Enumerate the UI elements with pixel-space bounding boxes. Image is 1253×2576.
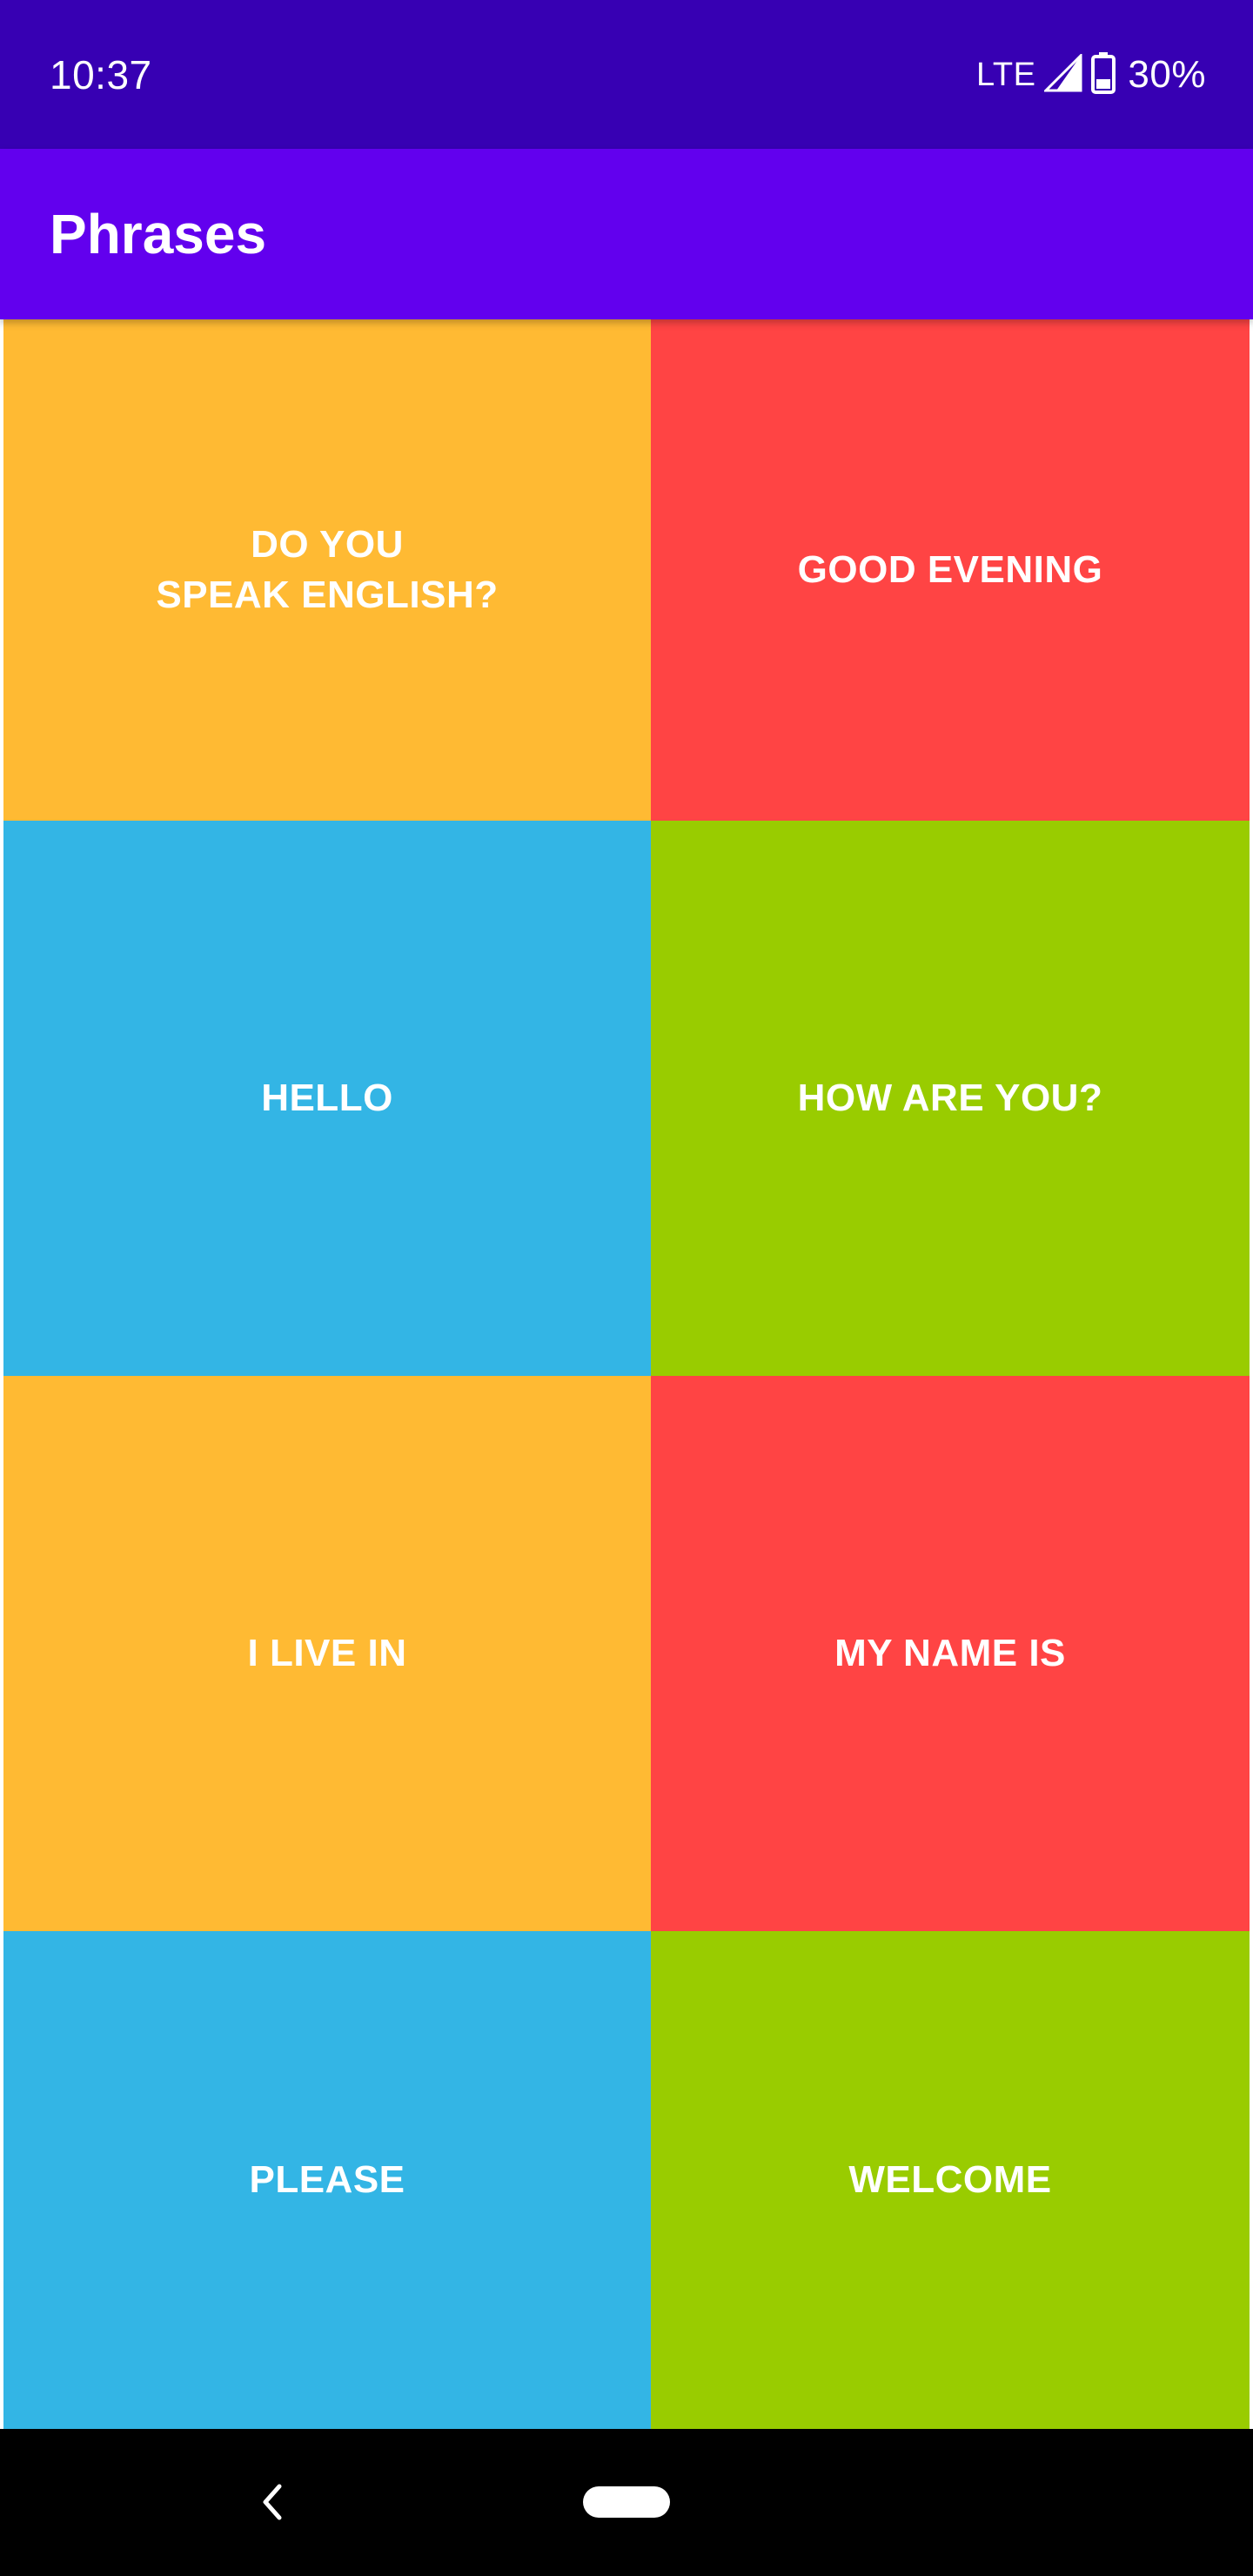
phrase-tile-good-evening[interactable]: GOOD EVENING — [651, 319, 1250, 821]
page-title: Phrases — [50, 203, 267, 265]
navigation-bar — [0, 2429, 1253, 2576]
battery-icon — [1091, 51, 1116, 98]
battery-percentage: 30% — [1128, 53, 1206, 96]
phrase-label: I LIVE IN — [247, 1632, 407, 1674]
home-pill-icon[interactable] — [583, 2486, 670, 2518]
signal-icon — [1042, 51, 1082, 97]
app-bar: Phrases — [0, 149, 1253, 319]
status-bar: 10:37 LTE 30% — [0, 0, 1253, 149]
phrase-tile-do-you-speak-english[interactable]: DO YOU SPEAK ENGLISH? — [3, 319, 651, 821]
back-icon[interactable] — [252, 2474, 291, 2530]
status-indicators: LTE 30% — [976, 50, 1206, 99]
phrase-tile-how-are-you[interactable]: HOW ARE YOU? — [651, 821, 1250, 1376]
phrases-grid: DO YOU SPEAK ENGLISH? GOOD EVENING HELLO… — [3, 319, 1250, 2429]
phrase-label: MY NAME IS — [834, 1632, 1066, 1674]
phrase-tile-please[interactable]: PLEASE — [3, 1931, 651, 2429]
phrase-tile-i-live-in[interactable]: I LIVE IN — [3, 1376, 651, 1931]
phrase-label: HOW ARE YOU? — [797, 1077, 1103, 1119]
phrase-label: PLEASE — [249, 2158, 405, 2201]
phrase-label: WELCOME — [848, 2158, 1052, 2201]
phrase-tile-welcome[interactable]: WELCOME — [651, 1931, 1250, 2429]
phrase-tile-my-name-is[interactable]: MY NAME IS — [651, 1376, 1250, 1931]
phrase-label: DO YOU SPEAK ENGLISH? — [156, 523, 499, 616]
status-time: 10:37 — [50, 52, 152, 97]
network-type: LTE — [976, 57, 1036, 93]
phrase-label: HELLO — [261, 1077, 393, 1119]
phrase-label: GOOD EVENING — [797, 548, 1103, 591]
phrase-tile-hello[interactable]: HELLO — [3, 821, 651, 1376]
